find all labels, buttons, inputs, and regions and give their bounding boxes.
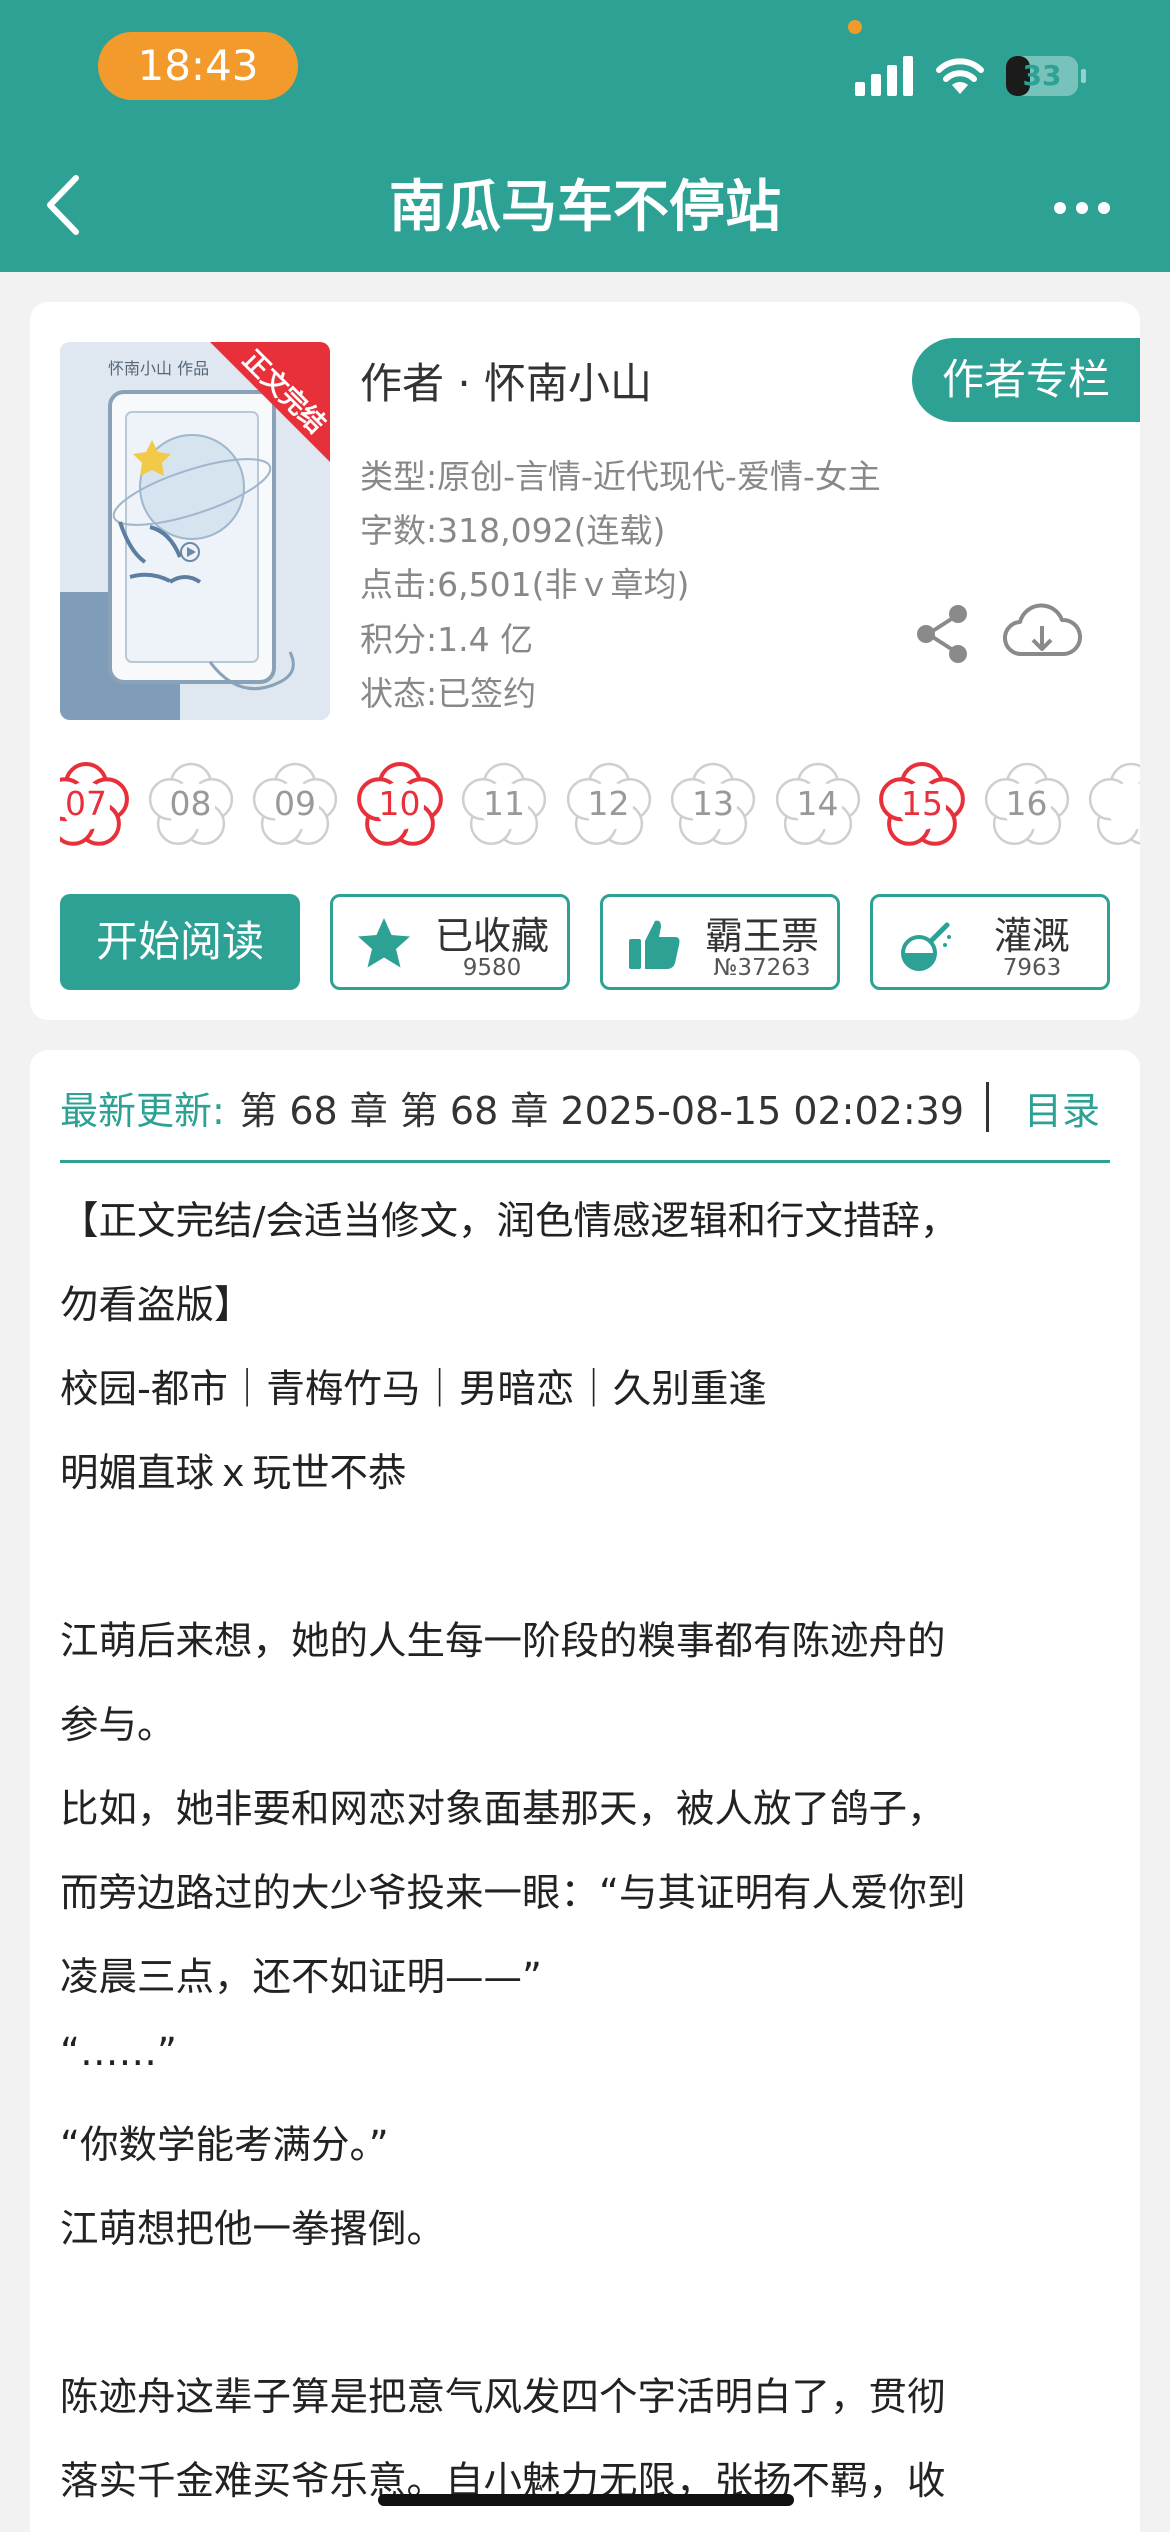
star-day-10: 10 xyxy=(352,756,448,852)
star-day-08: 08 xyxy=(143,756,239,852)
star-day-label: 07 xyxy=(65,784,107,823)
star-day-label: 10 xyxy=(378,784,421,823)
synopsis-line: 江萌后来想，她的人生每一阶段的糗事都有陈迹舟的 xyxy=(60,1619,946,1664)
star-day-16: 16 xyxy=(979,756,1075,852)
synopsis-line: 陈迹舟这辈子算是把意气风发四个字活明白了，贯彻 xyxy=(60,2375,946,2420)
star-day-label xyxy=(1083,756,1140,852)
water-count: 7963 xyxy=(1002,955,1062,981)
divider xyxy=(60,1160,1110,1163)
favorite-label: 已收藏 xyxy=(434,914,549,958)
book-word-count: 字数:318,092(连载) xyxy=(360,511,666,550)
update-calendar-stars: 07 08 09 10 11 12 13 14 15 16 xyxy=(60,756,1140,854)
book-status: 状态:已签约 xyxy=(360,674,537,713)
synopsis-line: 比如，她非要和网恋对象面基那天，被人放了鸽子， xyxy=(60,1787,946,1832)
privacy-indicator xyxy=(848,20,862,34)
star-day-14: 14 xyxy=(770,756,866,852)
star-day-label: 13 xyxy=(692,784,734,823)
star-icon xyxy=(358,918,410,968)
star-day-label: 08 xyxy=(169,784,212,823)
synopsis-card: 最新更新: 第 68 章 第 68 章 2025-08-15 02:02:39 … xyxy=(30,1050,1140,2532)
book-genre: 类型:原创-言情-近代现代-爱情-女主 xyxy=(360,457,881,496)
star-day-label: 11 xyxy=(483,784,525,823)
latest-update-label: 最新更新: xyxy=(60,1089,225,1133)
page-title: 南瓜马车不停站 xyxy=(389,175,781,240)
book-clicks: 点击:6,501(非ｖ章均) xyxy=(360,565,690,604)
book-info-card: 怀南小山 作品 正文完结 作者 · 怀南小山 作者专栏 类型:原创-言情-近代现… xyxy=(30,302,1140,1020)
wifi-icon xyxy=(936,58,984,94)
star-day-13: 13 xyxy=(665,756,761,852)
water-label: 灌溉 xyxy=(993,914,1070,958)
star-day-12: 12 xyxy=(561,756,657,852)
star-day-label: 09 xyxy=(274,784,316,823)
star-day-label: 14 xyxy=(796,784,839,823)
author-name[interactable]: 作者 · 怀南小山 xyxy=(360,350,652,411)
synopsis-line: 而旁边路过的大少爷投来一眼：“与其证明有人爱你到 xyxy=(60,1871,966,1916)
bawang-rank: №37263 xyxy=(713,955,811,981)
status-time: 18:43 xyxy=(98,32,298,100)
bawang-ticket-button[interactable]: 霸王票 №37263 xyxy=(600,894,840,990)
star-day-11: 11 xyxy=(456,756,552,852)
bawang-label: 霸王票 xyxy=(704,914,819,958)
water-button[interactable]: 灌溉 7963 xyxy=(870,894,1110,990)
star-day-07: 07 xyxy=(60,756,134,852)
book-cover[interactable]: 怀南小山 作品 正文完结 xyxy=(60,342,330,720)
author-column-button[interactable]: 作者专栏 xyxy=(912,338,1140,422)
star-day-15: 15 xyxy=(874,756,970,852)
star-day-label: 16 xyxy=(1005,784,1048,823)
synopsis-line: “你数学能考满分。” xyxy=(60,2123,389,2168)
home-indicator xyxy=(378,2494,794,2506)
latest-update-text[interactable]: 第 68 章 第 68 章 2025-08-15 02:02:39 xyxy=(240,1080,964,1135)
synopsis-line: 【正文完结/会适当修文，润色情感逻辑和行文措辞， xyxy=(60,1199,959,1244)
more-options-icon[interactable] xyxy=(1050,190,1114,226)
thumbs-up-icon xyxy=(629,920,680,969)
synopsis-line: 校园-都市｜青梅竹马｜男暗恋｜久别重逢 xyxy=(60,1367,767,1412)
watering-can-icon xyxy=(901,922,951,971)
battery-icon: 33 xyxy=(1006,56,1086,96)
favorite-count: 9580 xyxy=(462,955,522,981)
cellular-signal-icon xyxy=(855,56,913,96)
cover-author-text: 怀南小山 作品 xyxy=(108,359,209,378)
star-day-label: 15 xyxy=(901,784,943,823)
star-day-09: 09 xyxy=(247,756,343,852)
app-header: 18:43 33 南瓜马车不停站 xyxy=(0,0,1170,272)
battery-level: 33 xyxy=(1022,59,1062,92)
divider xyxy=(986,1082,989,1132)
synopsis-line: 参与。 xyxy=(60,1703,176,1748)
favorite-button[interactable]: 已收藏 9580 xyxy=(330,894,570,990)
download-icon[interactable] xyxy=(1002,602,1082,666)
star-day-label: 12 xyxy=(587,784,630,823)
table-of-contents-link[interactable]: 目录 xyxy=(1024,1080,1100,1135)
synopsis-line: 江萌想把他一拳撂倒。 xyxy=(60,2207,446,2252)
synopsis-line: 勿看盗版】 xyxy=(60,1283,253,1328)
start-reading-button[interactable]: 开始阅读 xyxy=(60,894,300,990)
synopsis-line: 明媚直球ｘ玩世不恭 xyxy=(60,1451,407,1496)
synopsis-line: “……” xyxy=(60,2030,177,2075)
star-day-partial xyxy=(1083,756,1140,852)
share-icon[interactable] xyxy=(910,602,974,666)
book-score: 积分:1.4 亿 xyxy=(360,620,534,659)
synopsis-line: 凌晨三点，还不如证明——” xyxy=(60,1955,542,2000)
